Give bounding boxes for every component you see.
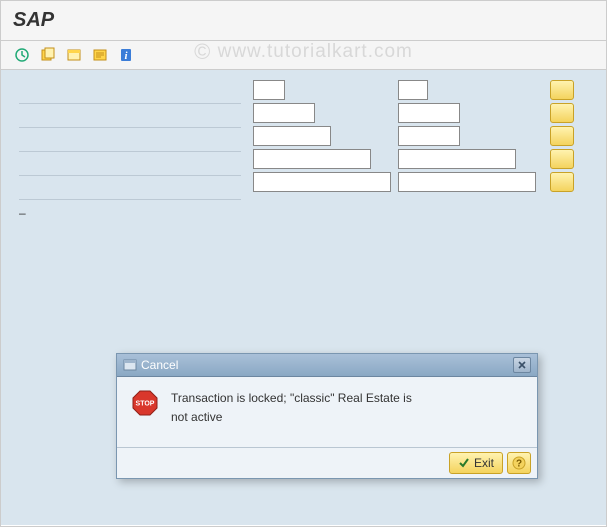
cancel-dialog: Cancel STOP Transaction is locked; "clas… [116,353,538,479]
input-column-high [394,80,534,200]
dialog-body: STOP Transaction is locked; "classic" Re… [117,377,537,447]
svg-text:STOP: STOP [136,401,155,408]
multiselect-button[interactable] [550,103,574,123]
input-low[interactable] [253,126,331,146]
help-icon: ? [512,456,526,470]
input-low[interactable] [253,149,371,169]
app-title: SAP [13,9,594,32]
title-bar: SAP [1,1,606,41]
svg-text:?: ? [516,459,522,470]
input-low[interactable] [253,103,315,123]
multiselect-button[interactable] [550,172,574,192]
multiselect-button[interactable] [550,80,574,100]
input-high[interactable] [398,149,516,169]
dialog-title-text: Cancel [141,358,178,372]
get-variant-icon[interactable] [37,45,59,65]
input-high[interactable] [398,80,428,100]
stop-icon: STOP [131,389,159,439]
multiselect-button[interactable] [550,149,574,169]
input-low[interactable] [253,80,285,100]
dialog-icon [123,359,137,371]
dialog-button-bar: Exit ? [117,447,537,478]
dash-indicator: – [19,206,588,220]
dialog-message-line: not active [171,408,412,427]
check-icon [458,457,470,469]
field-label [19,176,241,200]
execute-icon[interactable] [11,45,33,65]
info-icon[interactable]: i [115,45,137,65]
multiselect-column [534,80,574,200]
dialog-message-line: Transaction is locked; "classic" Real Es… [171,389,412,408]
selection-form [19,80,588,200]
dialog-titlebar: Cancel [117,354,537,377]
help-button[interactable]: ? [507,452,531,474]
input-high[interactable] [398,103,460,123]
toolbar: i [1,41,606,70]
spool-icon[interactable] [89,45,111,65]
close-icon[interactable] [513,357,531,373]
exit-button[interactable]: Exit [449,452,503,474]
field-label [19,104,241,128]
field-label [19,128,241,152]
input-low[interactable] [253,172,391,192]
multiselect-button[interactable] [550,126,574,146]
label-column [19,80,249,200]
input-high[interactable] [398,172,536,192]
field-label [19,152,241,176]
input-high[interactable] [398,126,460,146]
dialog-message: Transaction is locked; "classic" Real Es… [171,389,412,439]
new-window-icon[interactable] [63,45,85,65]
field-label [19,80,241,104]
exit-button-label: Exit [474,456,494,470]
input-column-low [249,80,394,200]
